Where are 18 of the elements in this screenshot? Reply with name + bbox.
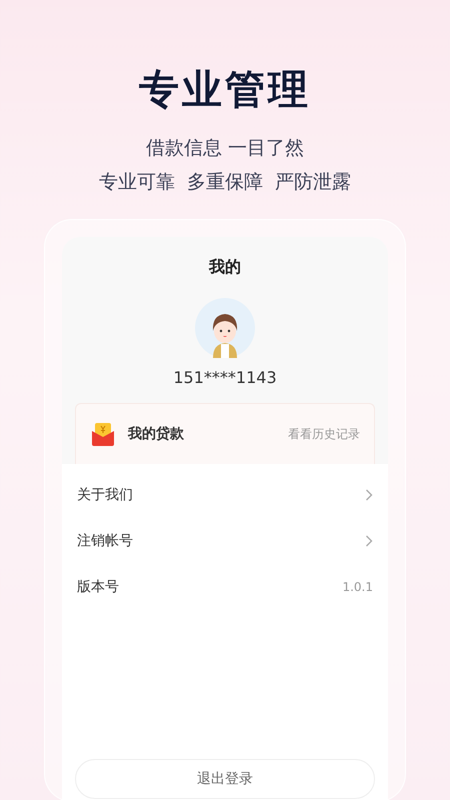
loan-label: 我的贷款 xyxy=(128,425,185,443)
tagline: 专业可靠 多重保障 严防泄露 xyxy=(98,170,352,195)
chevron-right-icon xyxy=(365,535,373,547)
avatar-icon xyxy=(195,298,255,358)
menu-item[interactable]: 注销帐号 xyxy=(62,518,388,564)
logout-button[interactable]: 退出登录 xyxy=(75,759,375,799)
chevron-right-icon xyxy=(365,489,373,501)
version-value: 1.0.1 xyxy=(342,580,373,594)
menu-label: 版本号 xyxy=(77,578,119,596)
menu-label: 注销帐号 xyxy=(77,532,133,550)
loan-card[interactable]: 我的贷款 看看历史记录 xyxy=(75,403,375,464)
phone-number: 151****1143 xyxy=(173,368,277,387)
menu-label: 关于我们 xyxy=(77,486,133,504)
envelope-icon xyxy=(90,421,116,447)
headline: 专业管理 xyxy=(139,66,311,115)
menu-item[interactable]: 关于我们 xyxy=(62,472,388,518)
page-title: 我的 xyxy=(209,257,241,278)
tagline: 借款信息 一目了然 xyxy=(146,136,304,161)
